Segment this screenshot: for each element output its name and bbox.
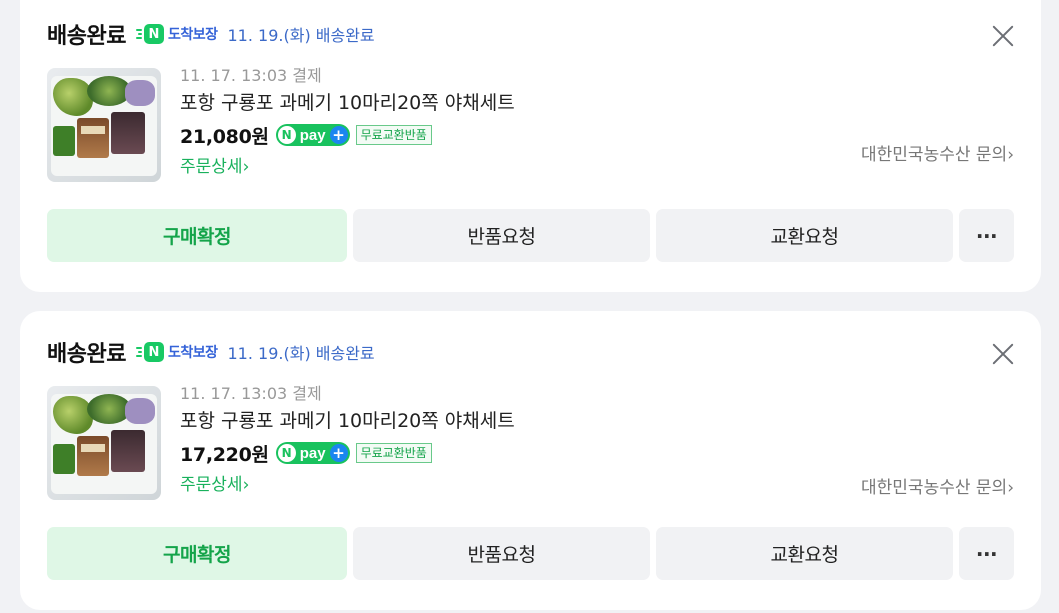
product-thumbnail[interactable] [47,386,161,500]
product-thumbnail[interactable] [47,68,161,182]
order-status: 배송완료 [47,24,126,49]
chevron-right-icon: › [242,475,250,495]
delivery-guarantee: N 도착보장 [135,24,218,44]
payment-time: 11. 17. 13:03 결제 [180,66,322,85]
chevron-right-icon: › [1007,145,1014,165]
return-request-button[interactable]: 반품요청 [353,527,650,580]
n-delivery-guarantee-icon: N [143,24,164,44]
chevron-right-icon: › [242,157,250,177]
action-buttons: 구매확정 반품요청 교환요청 ··· [47,209,1014,262]
more-dots-icon[interactable]: ··· [959,209,1014,262]
order-header: 배송완료 N 도착보장 11. 19.(화) 배송완료 [47,337,375,367]
more-dots-icon[interactable]: ··· [959,527,1014,580]
payment-time: 11. 17. 13:03 결제 [180,384,322,403]
action-buttons: 구매확정 반품요청 교환요청 ··· [47,527,1014,580]
price-row: 21,080원 Npay + 무료교환반품 [180,119,515,151]
exchange-request-button[interactable]: 교환요청 [656,209,953,262]
delivery-info: 11. 19.(화) 배송완료 [227,344,375,363]
product-name[interactable]: 포항 구룡포 과메기 10마리20쪽 야채세트 [180,87,515,119]
speed-lines-icon [135,345,142,359]
order-info: 11. 17. 13:03 결제 포항 구룡포 과메기 10마리20쪽 야채세트… [180,65,515,183]
return-request-button[interactable]: 반품요청 [353,209,650,262]
product-name[interactable]: 포항 구룡포 과메기 10마리20쪽 야채세트 [180,405,515,437]
free-return-badge: 무료교환반품 [355,443,432,463]
order-status: 배송완료 [47,342,126,367]
price: 21,080원 [180,125,269,148]
price-row: 17,220원 Npay + 무료교환반품 [180,437,515,469]
order-info: 11. 17. 13:03 결제 포항 구룡포 과메기 10마리20쪽 야채세트… [180,383,515,501]
seller-inquiry-link[interactable]: 대한민국농수산 문의› [861,140,1014,165]
chevron-right-icon: › [1007,478,1014,498]
seller-inquiry-link[interactable]: 대한민국농수산 문의› [861,473,1014,498]
guarantee-label: 도착보장 [167,345,218,361]
close-icon[interactable] [991,342,1015,366]
confirm-purchase-button[interactable]: 구매확정 [47,527,347,580]
guarantee-label: 도착보장 [167,27,218,43]
npay-plus-icon: Npay + [275,442,350,464]
confirm-purchase-button[interactable]: 구매확정 [47,209,347,262]
free-return-badge: 무료교환반품 [355,125,432,145]
price: 17,220원 [180,443,269,466]
order-detail-link[interactable]: 주문상세› [180,151,515,183]
npay-plus-icon: Npay + [275,124,350,146]
n-delivery-guarantee-icon: N [143,342,164,362]
delivery-guarantee: N 도착보장 [135,342,218,362]
speed-lines-icon [135,27,142,41]
order-header: 배송완료 N 도착보장 11. 19.(화) 배송완료 [47,19,375,49]
order-card: 배송완료 N 도착보장 11. 19.(화) 배송완료 11. 17. 13:0… [20,311,1041,610]
exchange-request-button[interactable]: 교환요청 [656,527,953,580]
delivery-info: 11. 19.(화) 배송완료 [227,26,375,45]
order-card: 배송완료 N 도착보장 11. 19.(화) 배송완료 11. 17. 13:0… [20,0,1041,292]
order-detail-link[interactable]: 주문상세› [180,469,515,501]
close-icon[interactable] [991,24,1015,48]
